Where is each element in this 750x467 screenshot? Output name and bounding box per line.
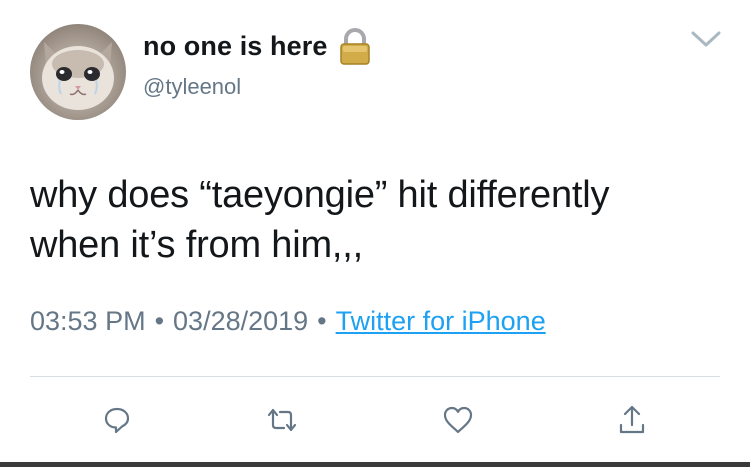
separator-dot: • — [154, 306, 165, 336]
tweet-text-line: when it’s from him,,, — [30, 224, 363, 266]
chevron-down-icon[interactable] — [689, 29, 723, 49]
reply-icon — [104, 407, 130, 434]
separator-dot: • — [317, 306, 327, 336]
handle[interactable]: @tyleenol — [143, 74, 241, 100]
crying-cat-avatar — [30, 24, 126, 120]
tweet-meta: 03:53 PM • 03/28/2019 • Twitter for iPhone — [30, 306, 546, 337]
author-name-row: no one is here — [143, 27, 373, 65]
bottom-border — [0, 462, 750, 467]
share-icon — [619, 405, 645, 434]
avatar[interactable] — [30, 24, 126, 120]
tweet-date[interactable]: 03/28/2019 — [173, 306, 308, 336]
tweet-text-line: why does “taeyongie” hit differently — [30, 174, 610, 216]
retweet-icon — [267, 408, 297, 432]
lock-icon — [337, 27, 373, 65]
display-name[interactable]: no one is here — [143, 31, 327, 62]
divider — [30, 376, 720, 377]
heart-icon — [443, 406, 473, 434]
reply-button[interactable] — [97, 400, 137, 440]
tweet-text: why does “taeyongie” hit differently whe… — [30, 170, 720, 270]
like-button[interactable] — [438, 400, 478, 440]
share-button[interactable] — [612, 400, 652, 440]
tweet-source-link[interactable]: Twitter for iPhone — [336, 306, 546, 336]
retweet-button[interactable] — [262, 400, 302, 440]
tweet-time[interactable]: 03:53 PM — [30, 306, 146, 336]
